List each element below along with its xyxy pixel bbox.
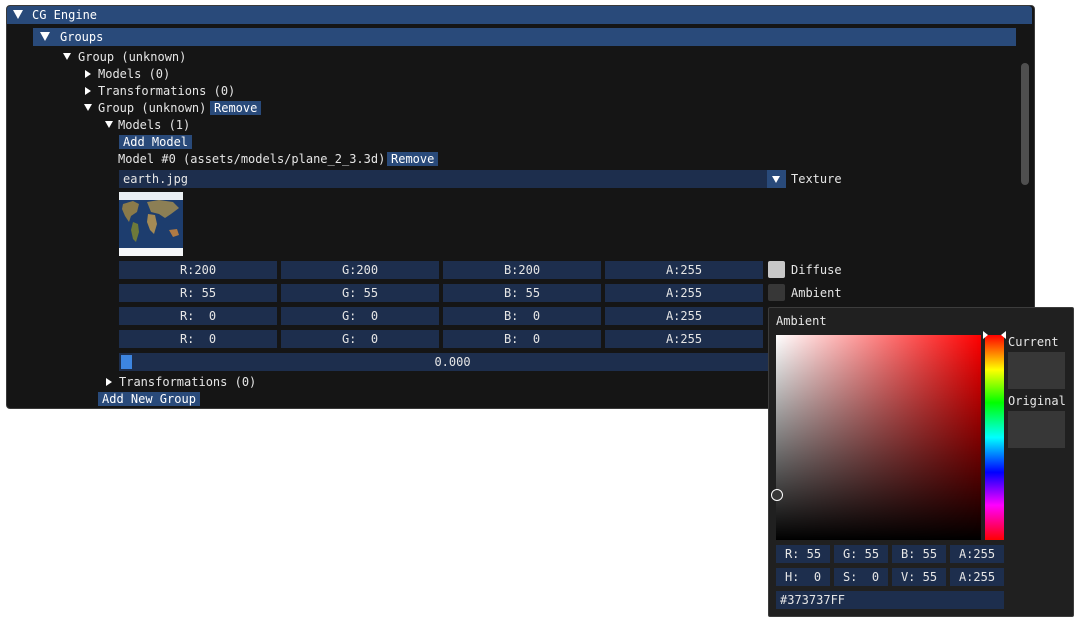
- transformations-expand-icon[interactable]: [85, 87, 91, 95]
- slider-value: 0.000: [434, 355, 471, 369]
- groups-header[interactable]: [33, 28, 1016, 46]
- texture-preview-image: [119, 192, 183, 256]
- color-1-swatch[interactable]: [768, 284, 785, 301]
- remove-model-button[interactable]: Remove: [387, 152, 439, 166]
- saturation-value-square[interactable]: [776, 335, 981, 540]
- picker-g-field[interactable]: G: 55: [834, 545, 888, 563]
- add-model-button[interactable]: Add Model: [119, 135, 193, 149]
- picker-alpha-field[interactable]: A:255: [950, 568, 1004, 586]
- groups-collapse-icon[interactable]: [40, 32, 50, 41]
- color-0-red-field[interactable]: R:200: [119, 261, 277, 279]
- window-titlebar[interactable]: [7, 6, 1032, 24]
- texture-combo[interactable]: [119, 170, 767, 188]
- picker-b-field[interactable]: B: 55: [892, 545, 946, 563]
- color-3-green-field[interactable]: G: 0: [281, 330, 439, 348]
- color-2-green-field[interactable]: G: 0: [281, 307, 439, 325]
- remove-group-button[interactable]: Remove: [210, 101, 262, 115]
- original-label: Original: [1008, 394, 1066, 408]
- color-1-green-field[interactable]: G: 55: [281, 284, 439, 302]
- color-0-label: Diffuse: [791, 263, 842, 277]
- texture-label: Texture: [791, 172, 842, 186]
- color-0-alpha-field[interactable]: A:255: [605, 261, 763, 279]
- groups-header-label: Groups: [60, 30, 104, 44]
- picker-title: Ambient: [776, 314, 827, 328]
- tree-group-1[interactable]: Group (unknown): [78, 49, 186, 65]
- window-scrollbar[interactable]: [1021, 63, 1029, 185]
- picker-s-field[interactable]: S: 0: [834, 568, 888, 586]
- hue-bar[interactable]: [985, 335, 1004, 540]
- color-0-swatch[interactable]: [768, 261, 785, 278]
- model-title: Model #0 (assets/models/plane_2_3.3d): [118, 152, 386, 166]
- color-3-blue-field[interactable]: B: 0: [443, 330, 601, 348]
- hue-arrow-left-icon: [983, 331, 988, 339]
- color-1-label: Ambient: [791, 286, 842, 300]
- color-3-alpha-field[interactable]: A:255: [605, 330, 763, 348]
- tree-transformations-0[interactable]: Transformations (0): [98, 83, 235, 99]
- transformations-inner-expand-icon[interactable]: [106, 378, 112, 386]
- sv-picker-cursor[interactable]: [771, 489, 783, 501]
- texture-combo-value: earth.jpg: [123, 172, 189, 186]
- group-expand-icon[interactable]: [63, 53, 71, 60]
- picker-v-field[interactable]: V: 55: [892, 568, 946, 586]
- current-label: Current: [1008, 335, 1059, 349]
- collapse-icon[interactable]: [13, 10, 23, 19]
- tree-transformations-inner[interactable]: Transformations (0): [119, 374, 256, 390]
- color-0-green-field[interactable]: G:200: [281, 261, 439, 279]
- color-2-blue-field[interactable]: B: 0: [443, 307, 601, 325]
- group-2-expand-icon[interactable]: [84, 104, 92, 111]
- picker-a-field[interactable]: A:255: [950, 545, 1004, 563]
- color-1-alpha-field[interactable]: A:255: [605, 284, 763, 302]
- chevron-down-icon: [772, 176, 780, 183]
- tree-models-1[interactable]: Models (1): [118, 117, 190, 133]
- models-expand-icon[interactable]: [85, 70, 91, 78]
- tree-models-0[interactable]: Models (0): [98, 66, 170, 82]
- tree-group-2[interactable]: Group (unknown): [98, 100, 206, 116]
- hue-arrow-right-icon: [1001, 331, 1006, 339]
- color-0-blue-field[interactable]: B:200: [443, 261, 601, 279]
- models-1-expand-icon[interactable]: [105, 121, 113, 128]
- texture-dropdown-button[interactable]: [767, 170, 786, 188]
- picker-h-field[interactable]: H: 0: [776, 568, 830, 586]
- color-2-alpha-field[interactable]: A:255: [605, 307, 763, 325]
- picker-hex-field[interactable]: #373737FF: [776, 591, 1004, 609]
- original-color-swatch[interactable]: [1008, 411, 1065, 448]
- window-title: CG Engine: [32, 8, 98, 22]
- color-1-blue-field[interactable]: B: 55: [443, 284, 601, 302]
- picker-r-field[interactable]: R: 55: [776, 545, 830, 563]
- add-new-group-button[interactable]: Add New Group: [98, 392, 200, 406]
- color-3-red-field[interactable]: R: 0: [119, 330, 277, 348]
- color-2-red-field[interactable]: R: 0: [119, 307, 277, 325]
- color-1-red-field[interactable]: R: 55: [119, 284, 277, 302]
- current-color-swatch: [1008, 352, 1065, 389]
